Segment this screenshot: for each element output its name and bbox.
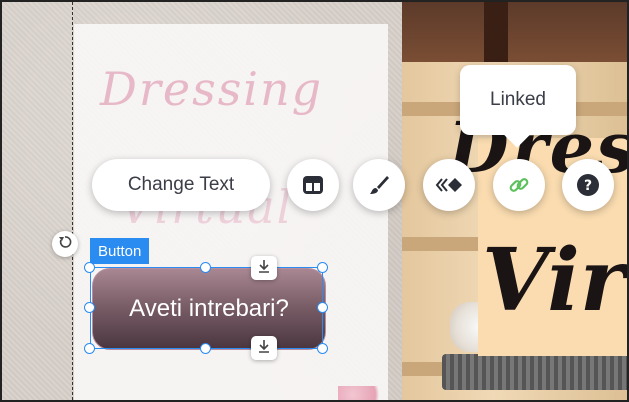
- link-button[interactable]: [493, 159, 545, 211]
- resize-handle-bottom-right[interactable]: [317, 343, 328, 354]
- element-type-tag: Button: [90, 238, 150, 264]
- resize-handle-top-right[interactable]: [317, 262, 328, 273]
- layout-button[interactable]: [287, 159, 339, 211]
- help-icon: ?: [576, 173, 600, 197]
- resize-handle-top-left[interactable]: [84, 262, 95, 273]
- change-text-button[interactable]: Change Text: [92, 159, 270, 211]
- rotate-handle[interactable]: [52, 231, 78, 257]
- help-button[interactable]: ?: [562, 159, 614, 211]
- resize-handle-bottom[interactable]: [200, 343, 211, 354]
- link-icon: [507, 173, 531, 197]
- rotate-icon: [57, 234, 73, 255]
- resize-handle-top[interactable]: [200, 262, 211, 273]
- aveti-intrebari-button[interactable]: Aveti intrebari?: [92, 268, 326, 350]
- resize-handle-right[interactable]: [317, 302, 328, 313]
- editor-canvas: Dressing Virtual Dress Vir Linked Change…: [0, 0, 629, 402]
- resize-handle-left[interactable]: [84, 302, 95, 313]
- page-guide-line: [72, 2, 73, 400]
- paintbrush-icon: [368, 174, 390, 196]
- download-arrow-icon: [257, 259, 271, 278]
- layout-icon: [302, 175, 324, 195]
- animation-button[interactable]: [423, 159, 475, 211]
- animation-icon: [434, 176, 464, 194]
- linked-tooltip: Linked: [460, 65, 576, 135]
- download-arrow-icon: [257, 339, 271, 358]
- sign-word-2: Vir: [482, 230, 626, 331]
- photo-top-area: [402, 2, 627, 62]
- design-button[interactable]: [353, 159, 405, 211]
- svg-text:?: ?: [584, 178, 592, 194]
- stretch-handle-bottom[interactable]: [251, 336, 277, 360]
- flower-decoration: [338, 386, 388, 400]
- stretch-handle-top[interactable]: [251, 256, 277, 280]
- resize-handle-bottom-left[interactable]: [84, 343, 95, 354]
- brand-script-text: Dressing: [100, 62, 324, 116]
